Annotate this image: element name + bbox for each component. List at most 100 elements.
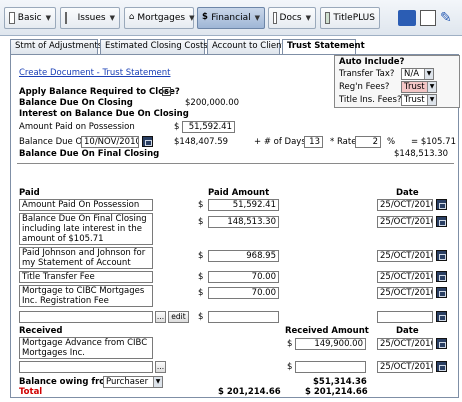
auto-include-box: Auto Include? Transfer Tax? N/A ▼ Reg'n F… xyxy=(334,55,460,108)
calendar-icon[interactable] xyxy=(436,311,447,322)
chevron-down-icon: ▼ xyxy=(109,14,115,22)
section-divider xyxy=(17,163,454,164)
house-icon: ⌂ xyxy=(129,12,135,22)
document-icon xyxy=(9,12,15,24)
paid-desc-input[interactable]: Title Transfer Fee xyxy=(19,271,153,283)
transfer-icon[interactable] xyxy=(398,10,416,26)
received-date-input[interactable]: 25/OCT/2010 xyxy=(377,361,433,373)
docs-menu[interactable]: Docs ▼ xyxy=(268,7,316,29)
titleplus-menu[interactable]: TitlePLUS xyxy=(320,7,380,29)
received-amount-input[interactable]: 149,900.00 xyxy=(295,338,366,350)
days-input[interactable]: 13 xyxy=(304,136,323,148)
total-paid: $ 201,214.66 xyxy=(218,387,281,397)
received-header: Received xyxy=(19,326,63,336)
chevron-down-icon: ▼ xyxy=(254,14,260,22)
rate-label: * Rate xyxy=(330,137,357,147)
tab-estimated-closing-costs[interactable]: Estimated Closing Costs xyxy=(100,39,208,54)
interest-result: = $105.71 xyxy=(411,137,456,147)
paid-date-input[interactable] xyxy=(377,311,433,323)
calendar-icon[interactable] xyxy=(142,136,153,147)
final-closing-label: Balance Due On Final Closing xyxy=(19,149,160,159)
chevron-down-icon: ▼ xyxy=(427,95,436,105)
calendar-icon[interactable] xyxy=(436,338,447,349)
paid-desc-input[interactable] xyxy=(19,311,153,323)
calendar-icon[interactable] xyxy=(436,287,447,298)
balance-owing-value: $51,314.36 xyxy=(313,377,367,387)
create-document-link[interactable]: Create Document - Trust Statement xyxy=(19,68,170,78)
issues-menu[interactable]: Issues ▼ xyxy=(60,7,120,29)
paid-amount-input[interactable]: 51,592.41 xyxy=(208,199,279,211)
basic-menu[interactable]: Basic ▼ xyxy=(4,7,56,29)
received-date-input[interactable]: 25/OCT/2010 xyxy=(377,338,433,350)
chevron-down-icon: ▼ xyxy=(189,14,195,22)
received-amount-input[interactable] xyxy=(295,361,366,373)
dollar-sign: $ xyxy=(198,251,204,261)
mortgages-menu[interactable]: ⌂ Mortgages ▼ xyxy=(124,7,194,29)
amount-possession-input[interactable]: 51,592.41 xyxy=(182,121,235,133)
balance-owing-select-value: Purchaser xyxy=(106,377,149,387)
financial-menu[interactable]: $ Financial ▼ xyxy=(197,7,265,29)
dollar-sign: $ xyxy=(198,200,204,210)
balance-owing-label: Balance owing from xyxy=(19,377,114,387)
transfer-tax-select[interactable]: N/A ▼ xyxy=(401,68,434,80)
regn-fees-label: Reg'n Fees? xyxy=(339,82,390,92)
calendar-icon[interactable] xyxy=(420,10,436,26)
calendar-icon[interactable] xyxy=(436,250,447,261)
paid-date-input[interactable]: 25/OCT/2010 xyxy=(377,287,433,299)
issues-icon xyxy=(65,12,75,24)
received-amount-header: Received Amount xyxy=(285,326,369,336)
received-desc-input[interactable]: Mortgage Advance from CIBC Mortgages Inc… xyxy=(19,337,153,359)
regn-fees-select[interactable]: Trust ▼ xyxy=(401,81,437,93)
browse-button[interactable]: ... xyxy=(155,361,166,373)
balance-due-amount: $148,407.59 xyxy=(174,137,229,147)
dollar-sign: $ xyxy=(198,312,204,322)
balance-owing-select[interactable]: Purchaser ▼ xyxy=(103,376,163,388)
paid-amount-input[interactable]: 70.00 xyxy=(208,271,279,283)
calendar-icon[interactable] xyxy=(436,271,447,282)
paid-desc-input[interactable]: Mortgage to CIBC Mortgages Inc. Registra… xyxy=(19,285,153,307)
paid-desc-input[interactable]: Paid Johnson and Johnson for my Statemen… xyxy=(19,247,153,269)
date-header: Date xyxy=(396,188,419,198)
edit-button[interactable]: edit xyxy=(168,311,189,323)
calendar-icon[interactable] xyxy=(436,199,447,210)
paid-amount-input[interactable]: 70.00 xyxy=(208,287,279,299)
paid-date-input[interactable]: 25/OCT/2010 xyxy=(377,250,433,262)
paid-date-input[interactable]: 25/OCT/2010 xyxy=(377,216,433,228)
percent-label: % xyxy=(387,137,396,147)
apply-balance-label: Apply Balance Required to Close? xyxy=(19,87,180,97)
paid-amount-header: Paid Amount xyxy=(208,188,270,198)
balance-due-on-label: Balance Due On xyxy=(19,137,88,147)
calendar-icon[interactable] xyxy=(436,361,447,372)
tab-trust-statement[interactable]: Trust Statement xyxy=(282,39,365,55)
mortgages-label: Mortgages xyxy=(137,13,186,23)
tab-account-to-client[interactable]: Account to Client xyxy=(207,39,285,54)
balance-due-date-input[interactable]: 10/NOV/2010 xyxy=(81,136,139,148)
paid-desc-input[interactable]: Balance Due On Final Closing including l… xyxy=(19,213,153,245)
transfer-tax-value: N/A xyxy=(404,69,420,79)
title-ins-fees-value: Trust xyxy=(404,95,425,105)
paid-date-input[interactable]: 25/OCT/2010 xyxy=(377,199,433,211)
paid-desc-input[interactable]: Amount Paid On Possession xyxy=(19,199,153,211)
received-desc-input[interactable] xyxy=(19,361,153,373)
rate-input[interactable]: 2 xyxy=(355,136,381,148)
title-ins-fees-label: Title Ins. Fees? xyxy=(339,95,402,105)
browse-button[interactable]: ... xyxy=(155,311,166,323)
dollar-sign: $ xyxy=(198,288,204,298)
regn-fees-value: Trust xyxy=(404,82,425,92)
apply-balance-checkbox[interactable]: ✓ xyxy=(162,87,171,96)
title-ins-fees-select[interactable]: Trust ▼ xyxy=(401,94,437,106)
chevron-down-icon: ▼ xyxy=(427,82,436,92)
paid-amount-input[interactable]: 148,513.30 xyxy=(208,216,279,228)
chevron-down-icon: ▼ xyxy=(305,14,311,22)
paid-date-input[interactable]: 25/OCT/2010 xyxy=(377,271,433,283)
received-date-header: Date xyxy=(396,326,419,336)
pin-icon[interactable]: ✎ xyxy=(440,10,456,26)
chevron-down-icon: ▼ xyxy=(424,69,433,79)
paid-amount-input[interactable]: 968.95 xyxy=(208,250,279,262)
total-label: Total xyxy=(19,387,43,397)
tab-stmt-of-adjustments[interactable]: Stmt of Adjustments xyxy=(10,39,102,54)
calendar-icon[interactable] xyxy=(436,216,447,227)
amount-possession-label: Amount Paid on Possession xyxy=(19,122,135,132)
paid-amount-input[interactable] xyxy=(208,311,279,323)
basic-label: Basic xyxy=(17,13,42,23)
